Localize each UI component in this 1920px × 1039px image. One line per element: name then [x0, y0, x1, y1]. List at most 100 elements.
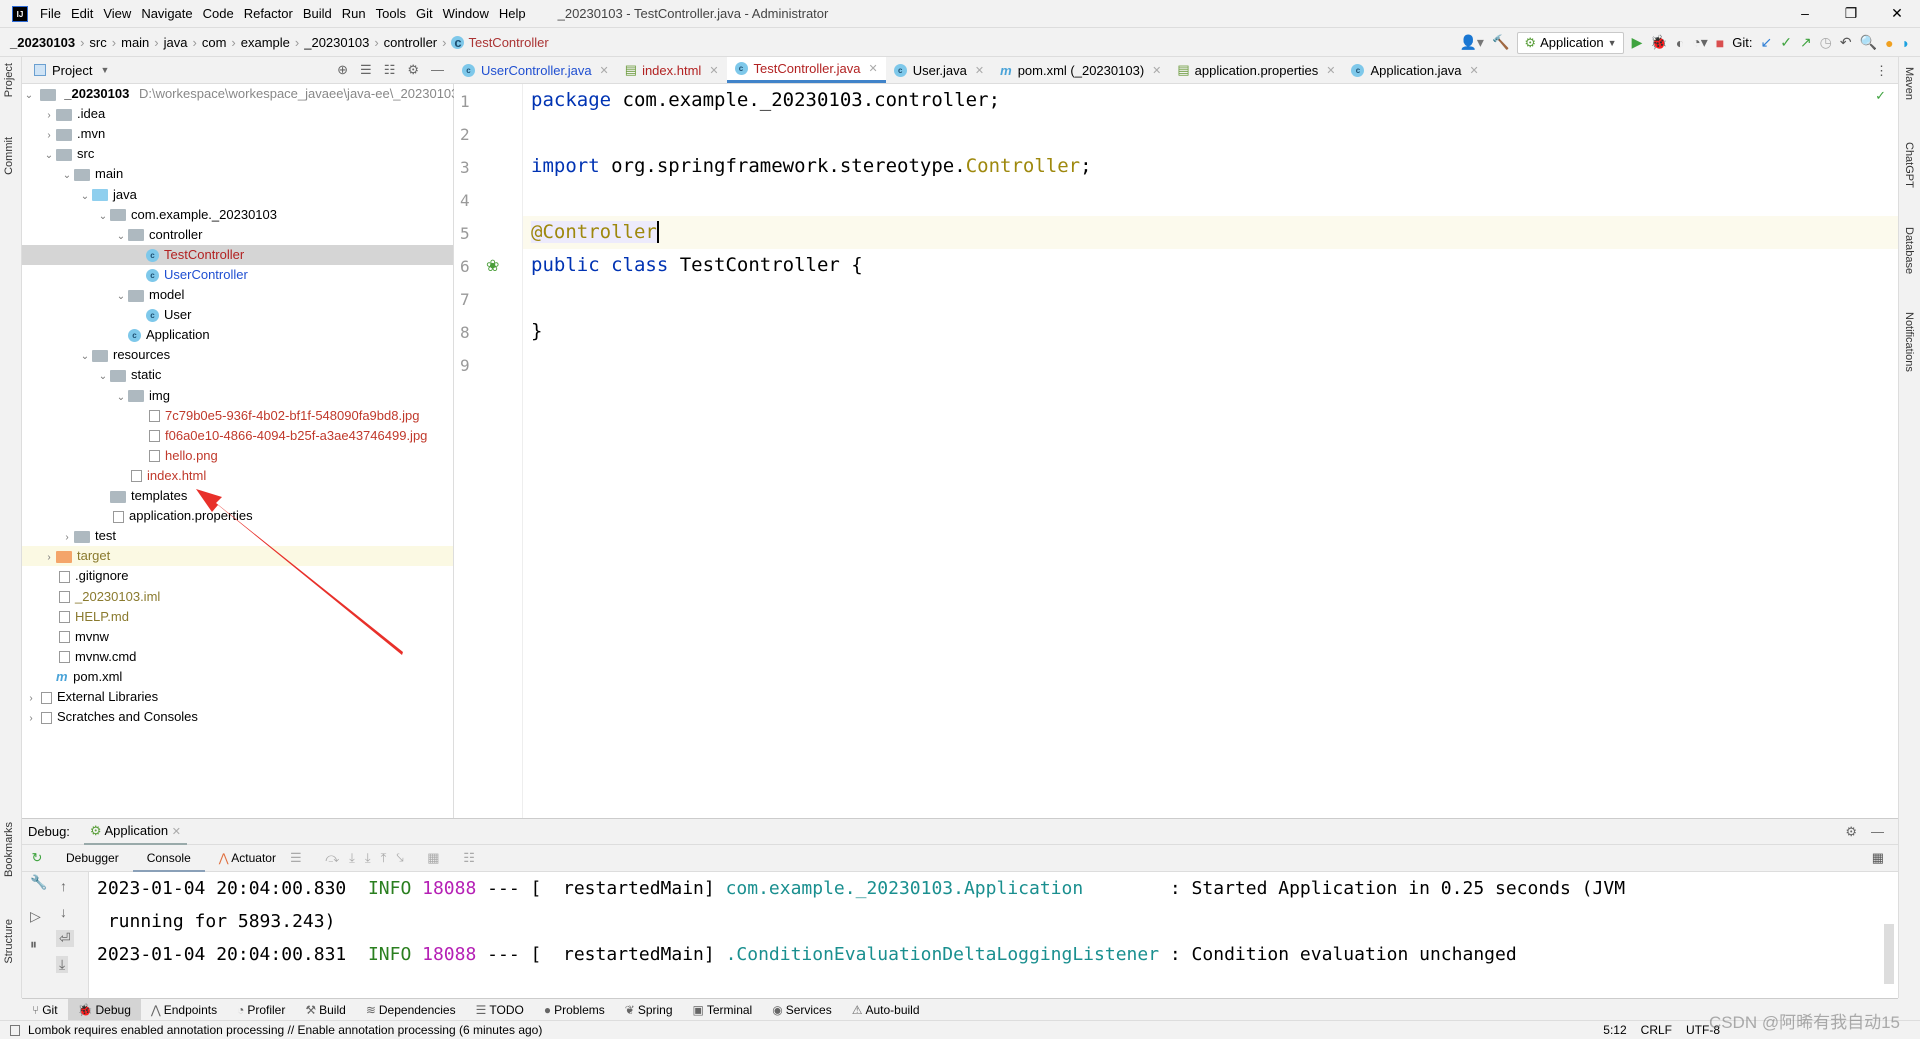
breadcrumb-item[interactable]: src	[89, 35, 106, 50]
tree-item[interactable]: c UserController	[22, 265, 453, 285]
menu-refactor[interactable]: Refactor	[244, 6, 293, 21]
breadcrumb-item[interactable]: main	[121, 35, 149, 50]
layout-icon[interactable]: ▦	[1872, 850, 1884, 866]
chevron-down-icon[interactable]: ⌄	[96, 207, 110, 227]
database-tool-button[interactable]: Database	[1903, 227, 1915, 274]
tree-item[interactable]: › target	[22, 546, 453, 568]
chevron-down-icon[interactable]: ⌄	[78, 347, 92, 367]
editor-tab[interactable]: ▤ application.properties ✕	[1169, 57, 1343, 83]
chevron-right-icon[interactable]: ›	[42, 548, 56, 568]
tree-item[interactable]: › .idea	[22, 104, 453, 124]
restore-button[interactable]: ❐	[1828, 0, 1874, 27]
git-push-icon[interactable]: ↗	[1800, 34, 1812, 51]
menu-tools[interactable]: Tools	[376, 6, 406, 21]
tree-item[interactable]: › External Libraries	[22, 687, 453, 707]
chevron-down-icon[interactable]: ⌄	[60, 166, 74, 186]
tab-debugger[interactable]: Debugger	[52, 845, 133, 872]
resume-icon[interactable]: ▷	[30, 908, 41, 925]
locate-icon[interactable]: ⊕	[337, 62, 348, 78]
breadcrumb-item[interactable]: _20230103	[10, 35, 75, 50]
editor-tab[interactable]: c User.java ✕	[886, 57, 992, 83]
profile-icon[interactable]: ◔▾	[1692, 34, 1707, 51]
tab-console[interactable]: Console	[132, 845, 205, 872]
tree-item[interactable]: c TestController	[22, 244, 453, 265]
tree-item[interactable]: m pom.xml	[22, 667, 453, 687]
collapse-all-icon[interactable]: ☷	[384, 62, 396, 78]
gear-icon[interactable]: ⚙	[1845, 824, 1857, 840]
menu-run[interactable]: Run	[342, 6, 366, 21]
run-config-dropdown[interactable]: ⚙ Application ▼	[1517, 31, 1624, 54]
structure-tool-button[interactable]: Structure	[3, 919, 15, 964]
tool-tab-spring[interactable]: ❦ Spring	[615, 999, 683, 1021]
breadcrumb-item[interactable]: TestController	[468, 35, 548, 50]
tree-item[interactable]: c User	[22, 305, 453, 325]
chevron-right-icon[interactable]: ›	[42, 126, 56, 146]
tool-tab-auto-build[interactable]: ⚠ Auto-build	[842, 999, 930, 1021]
console-scrollbar[interactable]	[1884, 924, 1894, 984]
close-icon[interactable]: ✕	[868, 62, 877, 75]
debug-icon[interactable]: 🐞	[1650, 34, 1667, 51]
tool-tab-debug[interactable]: 🐞 Debug	[67, 998, 141, 1021]
tree-item[interactable]: application.properties	[22, 506, 453, 526]
git-update-icon[interactable]: ↙	[1760, 34, 1772, 51]
tool-tab-terminal[interactable]: ▣ Terminal	[683, 999, 763, 1021]
close-icon[interactable]: ✕	[600, 64, 609, 77]
expand-all-icon[interactable]: ☰	[360, 62, 372, 78]
history-icon[interactable]: ◷	[1820, 34, 1832, 51]
tree-item[interactable]: .gitignore	[22, 566, 453, 586]
tree-item[interactable]: index.html	[22, 466, 453, 486]
pause-icon[interactable]: ⏸	[30, 936, 37, 953]
close-icon[interactable]: ✕	[172, 826, 181, 838]
rollback-icon[interactable]: ↶	[1840, 34, 1852, 51]
editor-tab[interactable]: c UserController.java ✕	[454, 57, 617, 83]
notifications-tool-button[interactable]: Notifications	[1903, 312, 1915, 372]
tree-item[interactable]: ⌄ controller	[22, 225, 453, 245]
close-icon[interactable]: ✕	[1470, 64, 1479, 77]
breadcrumb-item[interactable]: example	[241, 35, 290, 50]
tool-tab-services[interactable]: ◉ Services	[762, 999, 842, 1021]
tool-tab-dependencies[interactable]: ≋ Dependencies	[356, 999, 466, 1021]
tool-tab-build[interactable]: ⚒ Build	[295, 999, 355, 1021]
debug-session-tab[interactable]: ⚙ Application ✕	[83, 819, 187, 845]
jetbrains-icon[interactable]: ◗	[1902, 35, 1910, 51]
chevron-down-icon[interactable]: ⌄	[96, 367, 110, 387]
hide-icon[interactable]: —	[431, 62, 444, 78]
tab-actuator[interactable]: ⋀ Actuator	[205, 845, 290, 872]
scroll-down-icon[interactable]: ↓	[60, 904, 67, 920]
menu-file[interactable]: File	[40, 6, 61, 21]
coverage-icon[interactable]: ◐	[1676, 35, 1684, 51]
tree-item[interactable]: ⌄ static	[22, 365, 453, 385]
line-separator[interactable]: CRLF	[1641, 1023, 1672, 1037]
more-tabs-icon[interactable]: ⋮	[1875, 57, 1888, 83]
soft-wrap-icon[interactable]: ⏎	[56, 930, 74, 947]
tool-tab-problems[interactable]: ● Problems	[534, 999, 615, 1021]
user-icon[interactable]: 👤▾	[1460, 34, 1484, 51]
console-output[interactable]: 2023-01-04 20:04:00.830 INFO 18088 --- […	[88, 872, 1898, 998]
tool-tab-endpoints[interactable]: ⋀ Endpoints	[141, 999, 227, 1021]
tool-tab-todo[interactable]: ☰ TODO	[466, 999, 534, 1021]
menu-edit[interactable]: Edit	[71, 6, 93, 21]
tree-item[interactable]: ⌄ img	[22, 386, 453, 406]
status-toggle-icon[interactable]	[10, 1024, 20, 1036]
tree-item[interactable]: mvnw	[22, 627, 453, 647]
stop-icon[interactable]: ■	[1716, 35, 1724, 51]
tree-item[interactable]: ⌄ model	[22, 285, 453, 305]
chevron-down-icon[interactable]: ⌄	[78, 187, 92, 207]
breadcrumb-item[interactable]: _20230103	[304, 35, 369, 50]
chevron-down-icon[interactable]: ⌄	[114, 287, 128, 307]
breadcrumb-item[interactable]: controller	[384, 35, 437, 50]
chevron-down-icon[interactable]: ⌄	[114, 227, 128, 247]
menu-window[interactable]: Window	[443, 6, 489, 21]
tree-item[interactable]: _20230103.iml	[22, 587, 453, 607]
menu-navigate[interactable]: Navigate	[141, 6, 192, 21]
chevron-right-icon[interactable]: ›	[42, 106, 56, 126]
tree-item[interactable]: ⌄ resources	[22, 345, 453, 365]
menu-help[interactable]: Help	[499, 6, 526, 21]
chevron-right-icon[interactable]: ›	[24, 689, 38, 709]
tree-item[interactable]: f06a0e10-4866-4094-b25f-a3ae43746499.jpg	[22, 426, 453, 446]
project-tool-button[interactable]: Project	[3, 63, 15, 97]
chevron-down-icon[interactable]: ⌄	[114, 388, 128, 408]
chevron-down-icon[interactable]: ⌄	[22, 86, 36, 106]
editor-tab[interactable]: m pom.xml (_20230103) ✕	[992, 57, 1169, 83]
maven-tool-button[interactable]: Maven	[1903, 67, 1915, 100]
